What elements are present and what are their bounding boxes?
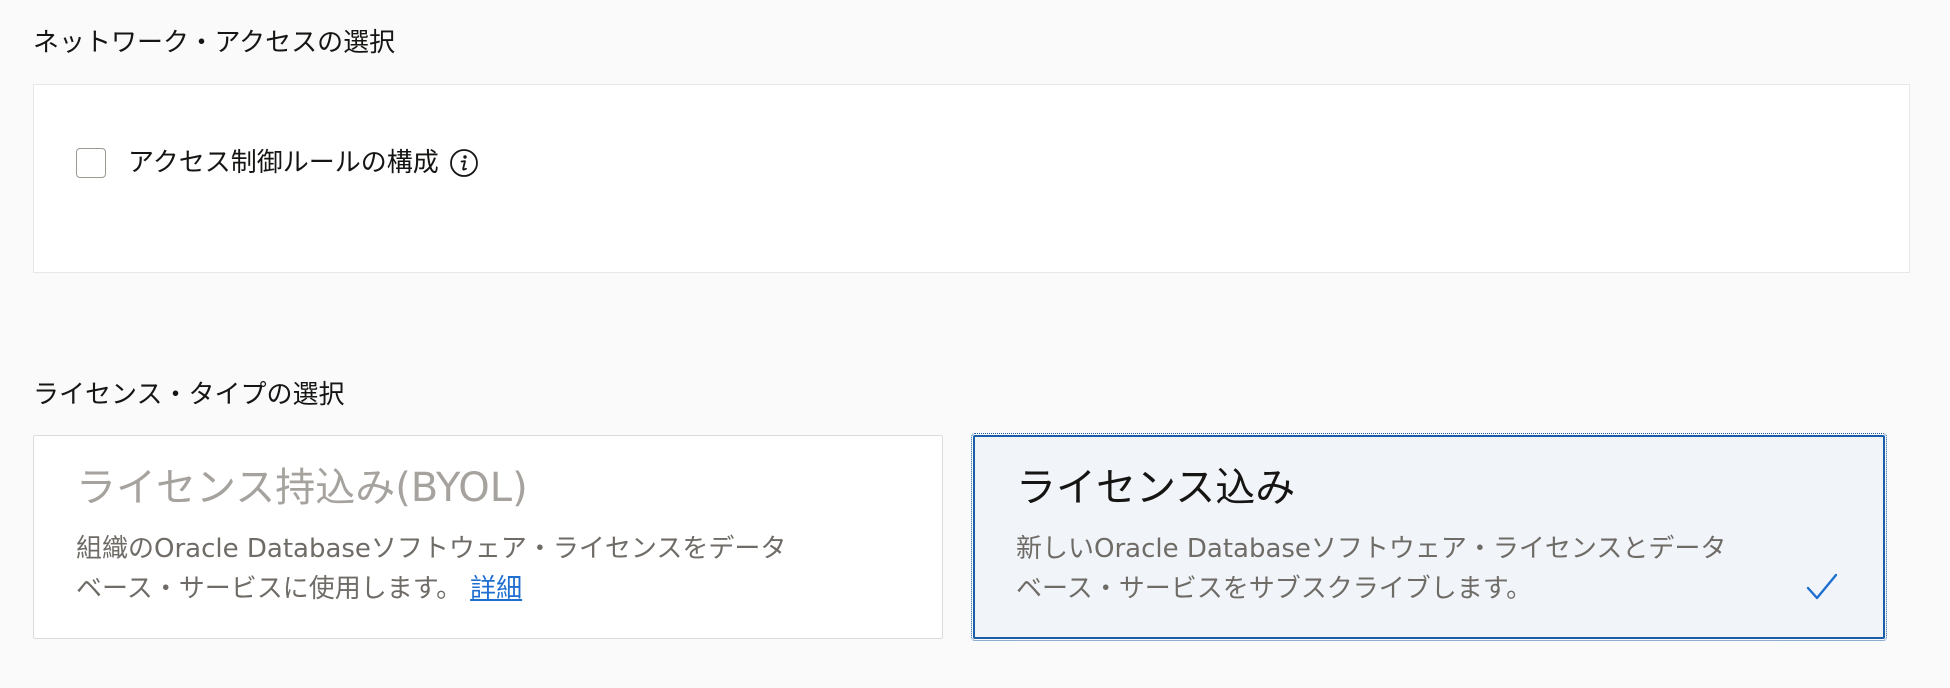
access-control-option[interactable]: アクセス制御ルールの構成 [76, 147, 479, 179]
license-included-title: ライセンス込み [1016, 465, 1296, 511]
license-included-description: 新しいOracle Databaseソフトウェア・ライセンスとデータ ベース・サ… [1016, 529, 1776, 609]
network-access-panel: アクセス制御ルールの構成 [33, 84, 1910, 273]
learn-more-link[interactable]: 詳細 [470, 574, 522, 604]
checkmark-icon [1805, 570, 1839, 604]
license-byol-description-line2: ベース・サービスに使用します。 [76, 574, 463, 604]
license-included-description-line1: 新しいOracle Databaseソフトウェア・ライセンスとデータ [1016, 534, 1727, 564]
license-byol-title: ライセンス持込み(BYOL) [76, 465, 528, 511]
network-access-heading: ネットワーク・アクセスの選択 [33, 28, 396, 58]
license-included-card[interactable]: ライセンス込み 新しいOracle Databaseソフトウェア・ライセンスとデ… [971, 433, 1887, 641]
license-type-heading: ライセンス・タイプの選択 [33, 380, 345, 410]
license-included-description-line2: ベース・サービスをサブスクライブします。 [1016, 574, 1533, 604]
access-control-checkbox[interactable] [76, 148, 106, 178]
license-byol-card[interactable]: ライセンス持込み(BYOL) 組織のOracle Databaseソフトウェア・… [33, 435, 943, 639]
license-byol-description-line1: 組織のOracle Databaseソフトウェア・ライセンスをデータ [76, 534, 787, 564]
license-byol-description: 組織のOracle Databaseソフトウェア・ライセンスをデータ ベース・サ… [76, 529, 856, 609]
info-icon[interactable] [449, 148, 479, 178]
access-control-label[interactable]: アクセス制御ルールの構成 [128, 147, 439, 179]
